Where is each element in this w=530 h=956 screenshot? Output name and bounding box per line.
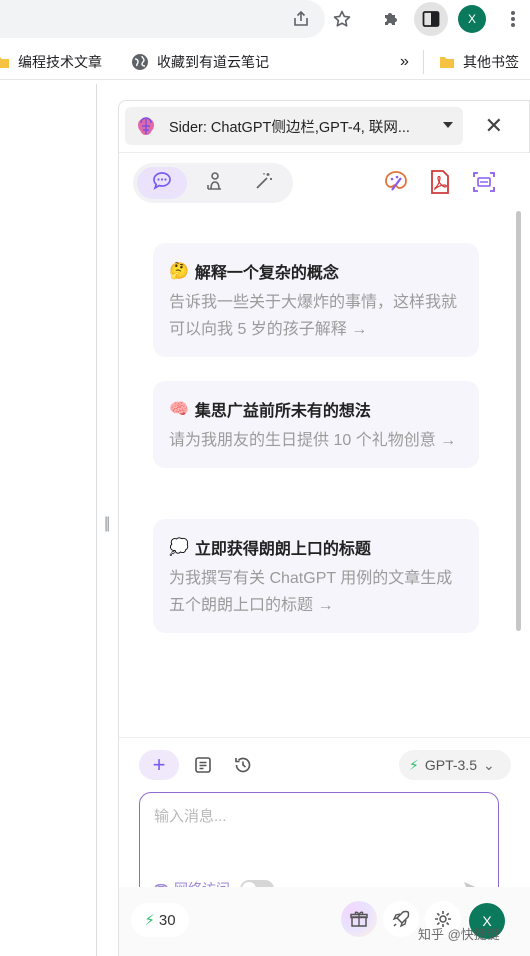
- caret-down-icon: [443, 122, 453, 128]
- thinking-emoji-icon: 🤔: [169, 263, 189, 280]
- prompt-title: 立即获得朗朗上口的标题: [194, 541, 371, 558]
- gift-icon[interactable]: [341, 901, 377, 937]
- credits-badge[interactable]: ⚡ 30: [131, 903, 189, 937]
- history-icon[interactable]: [231, 753, 255, 777]
- prompt-card[interactable]: 💭 立即获得朗朗上口的标题 为我撰写有关 ChatGPT 用例的文章生成五个朗朗…: [153, 519, 479, 633]
- message-input[interactable]: [140, 793, 498, 863]
- prompt-title: 解释一个复杂的概念: [194, 265, 339, 282]
- prompt-title: 集思广益前所未有的想法: [194, 403, 371, 420]
- rocket-icon[interactable]: [383, 901, 419, 937]
- webpage-area: [0, 84, 97, 956]
- reader-icon: [203, 170, 225, 197]
- sider-logo-icon: [135, 116, 157, 140]
- bookmark-item[interactable]: 编程技术文章: [0, 52, 102, 72]
- prompt-card[interactable]: 🤔 解释一个复杂的概念 告诉我一些关于大爆炸的事情，这样我就可以向我 5 岁的孩…: [153, 243, 479, 357]
- globe-icon: [131, 53, 149, 71]
- prompt-description: 为我撰写有关 ChatGPT 用例的文章生成五个朗朗上口的标题 →: [169, 570, 453, 614]
- share-icon[interactable]: [288, 6, 314, 32]
- paint-icon[interactable]: [381, 167, 411, 197]
- tab-write[interactable]: [239, 167, 289, 199]
- watermark: 知乎 @快捷键: [418, 927, 500, 942]
- panel-body: 🤔 解释一个复杂的概念 告诉我一些关于大爆炸的事情，这样我就可以向我 5 岁的孩…: [119, 153, 530, 939]
- extension-title: Sider: ChatGPT侧边栏,GPT-4, 联网...: [169, 119, 410, 136]
- address-bar[interactable]: [0, 0, 325, 38]
- kebab-menu-icon[interactable]: [500, 6, 526, 32]
- thought-bubble-emoji-icon: 💭: [169, 539, 189, 556]
- tab-read[interactable]: [189, 167, 239, 199]
- panel-footer: ⚡ 30 X: [119, 887, 530, 956]
- close-icon[interactable]: ✕: [485, 115, 503, 137]
- model-name: GPT-3.5: [424, 757, 477, 773]
- folder-icon: [0, 55, 10, 69]
- panel-header: Sider: ChatGPT侧边栏,GPT-4, 联网... ✕: [119, 101, 529, 153]
- browser-toolbar: X: [0, 0, 530, 40]
- brain-emoji-icon: 🧠: [169, 401, 189, 418]
- profile-avatar[interactable]: X: [458, 5, 486, 33]
- chat-bubble-icon: [151, 170, 173, 197]
- magic-wand-icon: [253, 170, 275, 197]
- scrollbar[interactable]: [516, 211, 521, 631]
- plus-icon: +: [152, 752, 166, 777]
- extension-selector[interactable]: Sider: ChatGPT侧边栏,GPT-4, 联网...: [125, 107, 463, 145]
- tab-chat[interactable]: [137, 167, 187, 199]
- prompt-library-icon[interactable]: [191, 753, 215, 777]
- bookmark-other[interactable]: 其他书签: [439, 52, 519, 72]
- bookmarks-bar: 编程技术文章 收藏到有道云笔记 » 其他书签: [0, 44, 530, 80]
- side-panel-icon[interactable]: [414, 2, 448, 36]
- star-icon[interactable]: [329, 6, 355, 32]
- chevron-down-icon: ⌄: [482, 756, 495, 773]
- bolt-icon: ⚡: [409, 756, 419, 773]
- bookmark-divider: [423, 50, 424, 74]
- bookmarks-overflow-button[interactable]: »: [400, 52, 409, 72]
- model-selector[interactable]: ⚡ GPT-3.5 ⌄: [399, 750, 511, 780]
- prompt-description: 告诉我一些关于大爆炸的事情，这样我就可以向我 5 岁的孩子解释 →: [169, 294, 458, 338]
- sider-panel: Sider: ChatGPT侧边栏,GPT-4, 联网... ✕ 🤔 解释一个复…: [118, 100, 530, 956]
- bolt-icon: ⚡: [144, 912, 155, 929]
- pdf-icon[interactable]: [425, 167, 455, 197]
- puzzle-icon[interactable]: [378, 6, 404, 32]
- mode-tabs: [133, 163, 293, 203]
- credit-count: 30: [158, 911, 176, 929]
- resize-grip-icon[interactable]: ||: [104, 515, 110, 533]
- folder-icon: [439, 55, 455, 69]
- prompt-card[interactable]: 🧠 集思广益前所未有的想法 请为我朋友的生日提供 10 个礼物创意 →: [153, 381, 479, 468]
- screenshot-icon[interactable]: [469, 167, 499, 197]
- prompt-description: 请为我朋友的生日提供 10 个礼物创意 →: [169, 432, 457, 449]
- bookmark-item[interactable]: 收藏到有道云笔记: [131, 52, 269, 72]
- new-chat-button[interactable]: +: [139, 750, 179, 780]
